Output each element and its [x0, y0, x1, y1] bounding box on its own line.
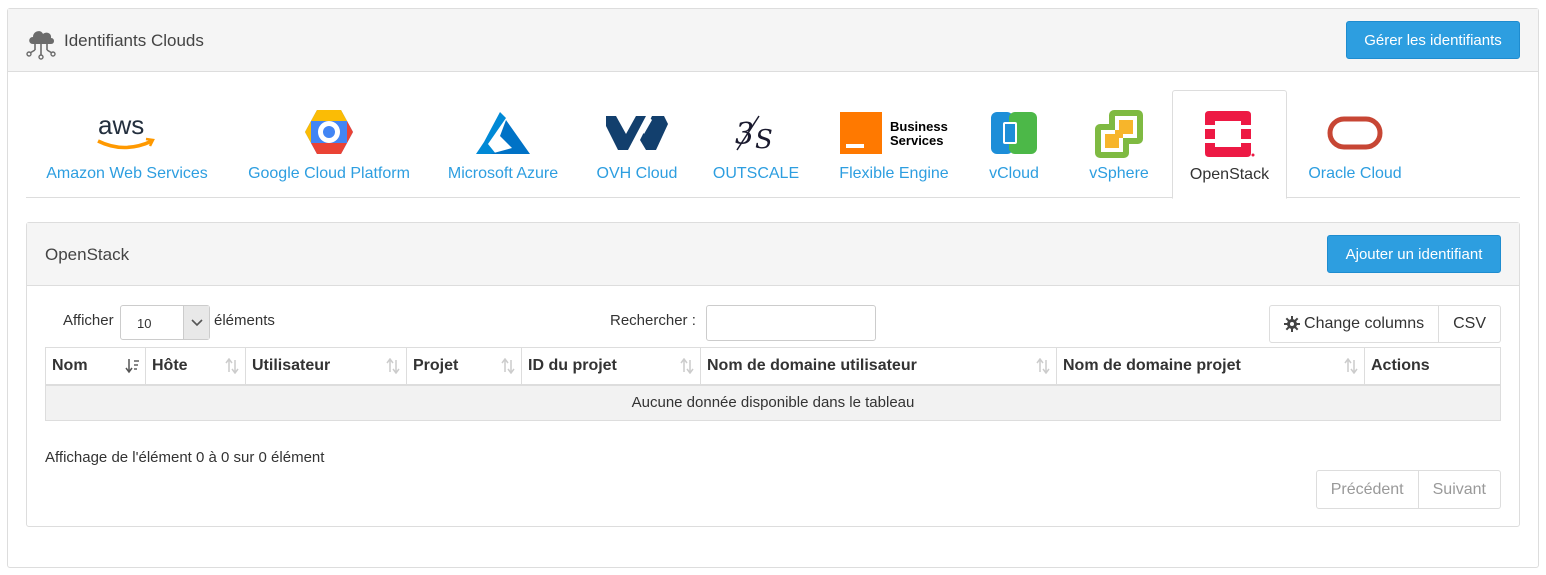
- ovh-logo-icon: [606, 116, 668, 150]
- search-input[interactable]: [706, 305, 876, 341]
- add-credential-button[interactable]: Ajouter un identifiant: [1327, 235, 1501, 273]
- search-label: Rechercher :: [610, 312, 696, 329]
- google-cloud-logo-icon: [305, 110, 353, 154]
- openstack-credentials-panel: OpenStack Ajouter un identifiant Affiche…: [26, 222, 1520, 527]
- tab-label: Flexible Engine: [839, 165, 949, 182]
- svg-text:aws: aws: [98, 110, 144, 140]
- next-page-button[interactable]: Suivant: [1418, 470, 1501, 509]
- cloud-credentials-panel: Identifiants Clouds Gérer les identifian…: [7, 8, 1539, 568]
- tab-label: OUTSCALE: [712, 165, 800, 182]
- azure-logo-icon: [476, 112, 530, 154]
- column-header-project-domain[interactable]: Nom de domaine projet: [1056, 347, 1365, 386]
- tab-outscale[interactable]: 3 S OUTSCALE: [706, 90, 806, 198]
- tab-label: vSphere: [1089, 165, 1149, 182]
- openstack-logo-icon: [1204, 111, 1254, 157]
- column-header-name[interactable]: Nom: [45, 347, 146, 386]
- column-header-user[interactable]: Utilisateur: [245, 347, 407, 386]
- sort-icon: [680, 358, 694, 374]
- sort-icon: [386, 358, 400, 374]
- sort-icon: [1344, 358, 1358, 374]
- pagination: Précédent Suivant: [1315, 470, 1501, 509]
- column-header-project[interactable]: Projet: [406, 347, 522, 386]
- tab-ovh[interactable]: OVH Cloud: [586, 90, 688, 198]
- inner-panel-header: OpenStack Ajouter un identifiant: [27, 223, 1519, 286]
- credentials-table: Nom Hôte Utilisateur Projet ID du projet…: [45, 347, 1501, 421]
- table-tools: Change columns CSV: [1269, 305, 1501, 343]
- svg-text:Business: Business: [890, 119, 948, 134]
- sort-icon: [501, 358, 515, 374]
- oracle-logo-icon: [1327, 116, 1383, 150]
- vsphere-logo-icon: [1095, 110, 1143, 158]
- tab-label: OpenStack: [1189, 166, 1270, 183]
- gear-icon: [1284, 316, 1301, 332]
- tab-vsphere[interactable]: vSphere: [1066, 90, 1172, 198]
- tab-aws[interactable]: aws Amazon Web Services: [32, 90, 222, 198]
- sort-icon: [225, 358, 239, 374]
- table-info: Affichage de l'élément 0 à 0 sur 0 éléme…: [45, 449, 325, 466]
- column-header-actions: Actions: [1364, 347, 1501, 386]
- section-title: OpenStack: [45, 245, 130, 264]
- empty-table-message: Aucune donnée disponible dans le tableau: [45, 384, 1501, 421]
- change-columns-label: Change columns: [1304, 315, 1425, 332]
- page-size-select[interactable]: 10: [120, 305, 210, 340]
- tab-oracle[interactable]: Oracle Cloud: [1298, 90, 1412, 198]
- table-header-row: Nom Hôte Utilisateur Projet ID du projet…: [45, 347, 1501, 386]
- elements-label: éléments: [214, 312, 275, 329]
- sort-icon: [1036, 358, 1050, 374]
- vcloud-logo-icon: [991, 112, 1037, 154]
- tab-vcloud[interactable]: vCloud: [976, 90, 1052, 198]
- svg-text:Services: Services: [890, 133, 944, 148]
- column-header-host[interactable]: Hôte: [145, 347, 246, 386]
- tab-openstack[interactable]: OpenStack: [1172, 90, 1287, 199]
- page-size-value: 10: [137, 316, 152, 331]
- tab-label: Oracle Cloud: [1308, 165, 1402, 182]
- panel-header: Identifiants Clouds Gérer les identifian…: [8, 9, 1538, 72]
- tab-gcp[interactable]: Google Cloud Platform: [239, 90, 419, 198]
- table-row: Aucune donnée disponible dans le tableau: [45, 384, 1501, 421]
- tab-label: vCloud: [989, 165, 1039, 182]
- csv-button[interactable]: CSV: [1439, 305, 1501, 343]
- svg-text:3: 3: [735, 117, 754, 152]
- outscale-logo-icon: 3 S: [735, 115, 773, 154]
- change-columns-button[interactable]: Change columns: [1269, 305, 1440, 343]
- aws-logo-icon: aws: [97, 110, 155, 150]
- orange-business-services-logo-icon: Business Services: [840, 112, 948, 154]
- tab-flexible-engine[interactable]: Business Services Flexible Engine: [832, 90, 956, 198]
- column-header-project-id[interactable]: ID du projet: [521, 347, 701, 386]
- tab-label: OVH Cloud: [596, 165, 678, 182]
- manage-credentials-button[interactable]: Gérer les identifiants: [1346, 21, 1520, 59]
- show-label: Afficher: [63, 312, 114, 329]
- tab-label: Google Cloud Platform: [248, 165, 410, 182]
- sort-desc-icon: [125, 359, 139, 374]
- tab-label: Microsoft Azure: [447, 165, 559, 182]
- previous-page-button[interactable]: Précédent: [1315, 470, 1419, 509]
- page-title: Identifiants Clouds: [64, 31, 204, 50]
- tab-label: Amazon Web Services: [46, 165, 208, 182]
- column-header-user-domain[interactable]: Nom de domaine utilisateur: [700, 347, 1057, 386]
- cloud-network-icon: [26, 31, 56, 60]
- tab-azure[interactable]: Microsoft Azure: [440, 90, 566, 198]
- svg-text:S: S: [755, 125, 773, 154]
- provider-tabs: aws Amazon Web Services Google Cloud Pla…: [26, 90, 1520, 199]
- chevron-down-icon: [183, 306, 209, 339]
